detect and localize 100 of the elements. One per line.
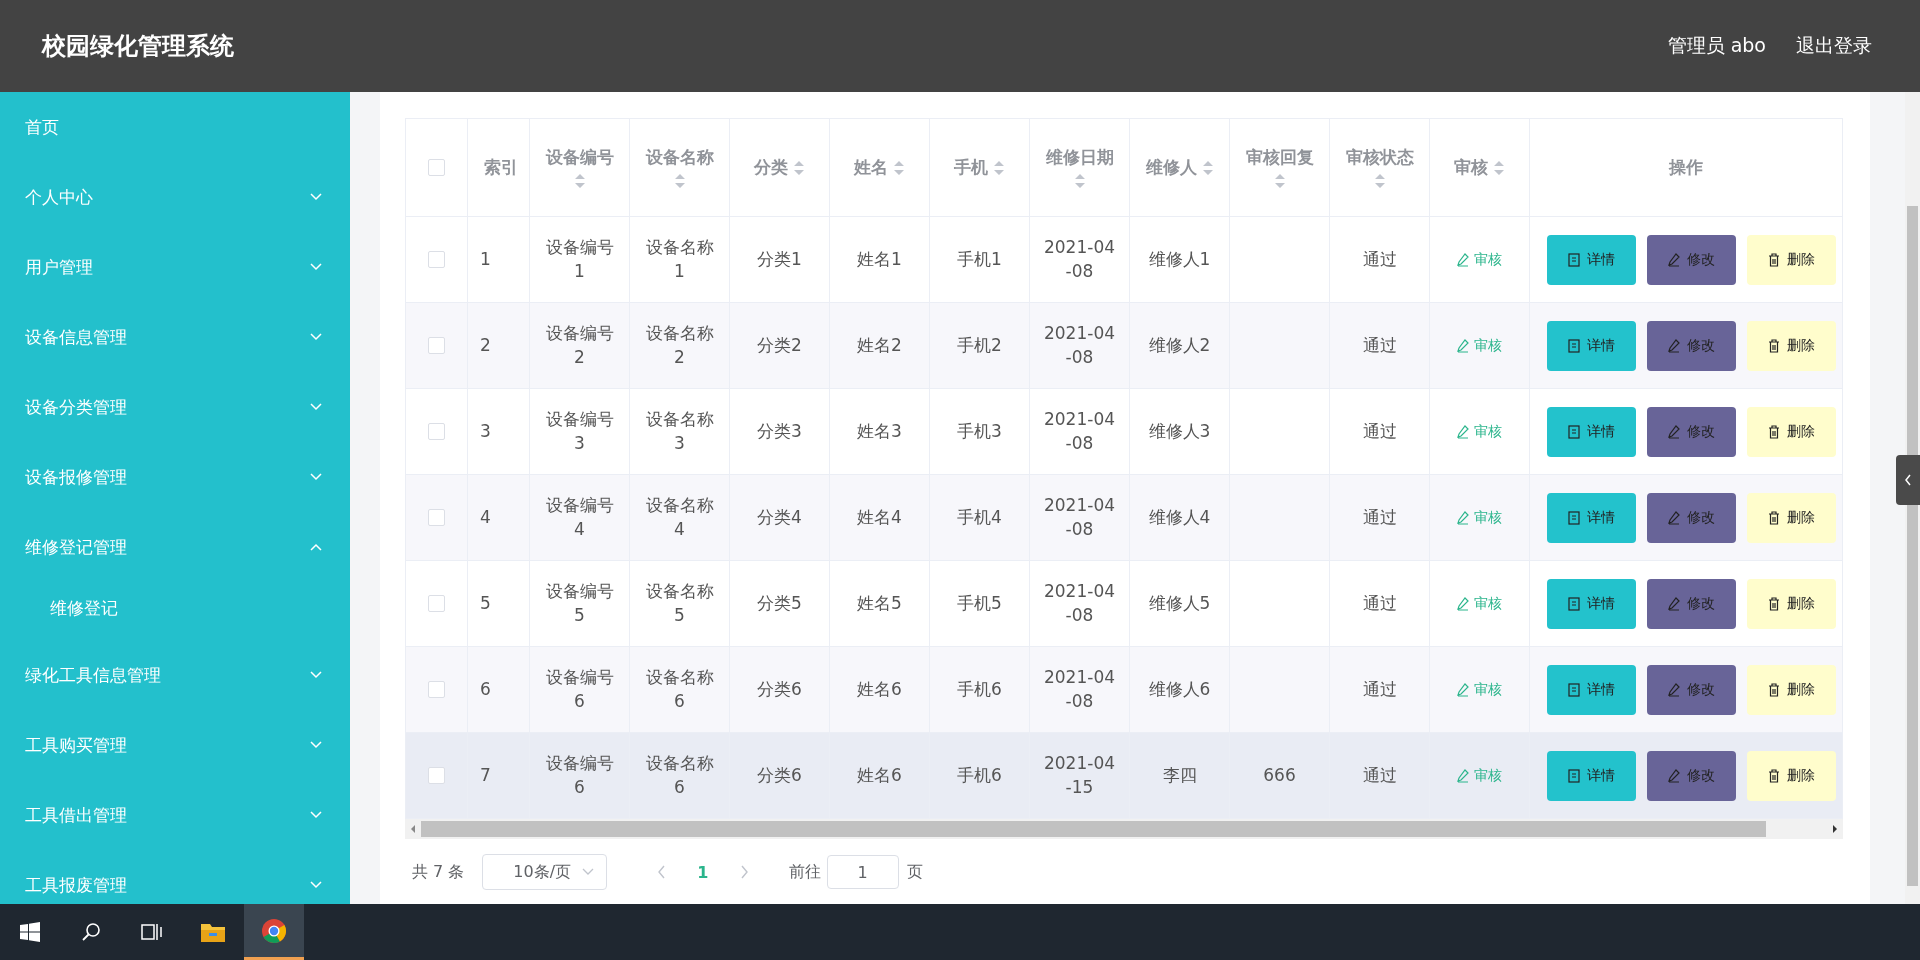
column-header[interactable]: 设备编号 bbox=[545, 146, 614, 169]
edit-button[interactable]: 修改 bbox=[1647, 664, 1736, 715]
delete-button[interactable]: 删除 bbox=[1747, 664, 1836, 715]
vertical-scrollbar[interactable] bbox=[1905, 92, 1920, 904]
sort-icon[interactable] bbox=[573, 173, 586, 189]
column-header[interactable]: 维修人 bbox=[1145, 156, 1197, 179]
sidebar-item[interactable]: 工具报废管理 bbox=[0, 850, 350, 904]
page-input[interactable]: 1 bbox=[826, 855, 899, 889]
review-link[interactable]: 审核 bbox=[1457, 422, 1502, 441]
edit-button[interactable]: 修改 bbox=[1647, 578, 1736, 629]
edit-button[interactable]: 修改 bbox=[1647, 492, 1736, 543]
sort-icon[interactable] bbox=[1073, 173, 1086, 189]
page-number[interactable]: 1 bbox=[697, 862, 709, 882]
scroll-left-icon[interactable] bbox=[409, 824, 417, 834]
browser-app-button[interactable] bbox=[244, 904, 304, 960]
table-cell-text: 分类6 bbox=[757, 677, 802, 701]
delete-button[interactable]: 删除 bbox=[1747, 320, 1836, 371]
trash-icon bbox=[1768, 252, 1780, 267]
table-cell-text: 手机6 bbox=[957, 763, 1002, 787]
sort-icon[interactable] bbox=[793, 159, 805, 176]
sidebar-item[interactable]: 工具购买管理 bbox=[0, 710, 350, 780]
row-checkbox[interactable] bbox=[428, 423, 445, 440]
sort-icon[interactable] bbox=[1273, 173, 1286, 189]
column-header[interactable]: 姓名 bbox=[854, 156, 888, 179]
details-button[interactable]: 详情 bbox=[1547, 234, 1636, 285]
side-panel-tab[interactable] bbox=[1896, 455, 1920, 505]
horizontal-scrollbar[interactable] bbox=[405, 819, 1843, 839]
chevron-down-icon bbox=[582, 868, 595, 876]
row-checkbox[interactable] bbox=[428, 767, 445, 784]
next-page-icon[interactable] bbox=[738, 865, 749, 879]
table-cell-text: 设备名称2 bbox=[644, 321, 715, 369]
delete-button[interactable]: 删除 bbox=[1747, 492, 1836, 543]
column-header[interactable]: 分类 bbox=[754, 156, 788, 179]
sidebar-item[interactable]: 设备报修管理 bbox=[0, 442, 350, 512]
column-header[interactable]: 审核回复 bbox=[1245, 146, 1314, 169]
pencil-icon bbox=[1668, 424, 1680, 439]
edit-button[interactable]: 修改 bbox=[1647, 320, 1736, 371]
review-link[interactable]: 审核 bbox=[1457, 594, 1502, 613]
chevron-left-icon bbox=[1904, 474, 1912, 486]
review-link[interactable]: 审核 bbox=[1457, 508, 1502, 527]
details-button[interactable]: 详情 bbox=[1547, 750, 1636, 801]
pencil-icon bbox=[1668, 510, 1680, 525]
column-header[interactable]: 审核 bbox=[1454, 156, 1488, 179]
column-header[interactable]: 手机 bbox=[954, 156, 988, 179]
details-button[interactable]: 详情 bbox=[1547, 320, 1636, 371]
row-checkbox[interactable] bbox=[428, 595, 445, 612]
details-button[interactable]: 详情 bbox=[1547, 492, 1636, 543]
sort-icon[interactable] bbox=[1201, 159, 1214, 176]
table-cell-text: 分类3 bbox=[757, 419, 802, 443]
row-checkbox[interactable] bbox=[428, 337, 445, 354]
table-cell-text: 姓名4 bbox=[857, 505, 902, 529]
sidebar-item[interactable]: 工具借出管理 bbox=[0, 780, 350, 850]
scroll-right-icon[interactable] bbox=[1831, 824, 1839, 834]
sidebar-item[interactable]: 首页 bbox=[0, 92, 350, 162]
review-link[interactable]: 审核 bbox=[1457, 680, 1502, 699]
row-checkbox[interactable] bbox=[428, 509, 445, 526]
pencil-icon bbox=[1668, 682, 1680, 697]
details-button[interactable]: 详情 bbox=[1547, 406, 1636, 457]
details-button[interactable]: 详情 bbox=[1547, 664, 1636, 715]
sort-icon[interactable] bbox=[893, 159, 905, 176]
review-link[interactable]: 审核 bbox=[1457, 766, 1502, 785]
table-cell-text: 通过 bbox=[1362, 333, 1397, 357]
delete-button[interactable]: 删除 bbox=[1747, 578, 1836, 629]
sidebar-item[interactable]: 绿化工具信息管理 bbox=[0, 640, 350, 710]
sidebar-item[interactable]: 用户管理 bbox=[0, 232, 350, 302]
delete-button[interactable]: 删除 bbox=[1747, 234, 1836, 285]
table-cell-text: 姓名5 bbox=[857, 591, 902, 615]
select-all-checkbox[interactable] bbox=[428, 159, 445, 176]
pencil-icon bbox=[1457, 424, 1469, 439]
table-cell-text: 3 bbox=[480, 419, 491, 443]
edit-button[interactable]: 修改 bbox=[1647, 406, 1736, 457]
delete-button[interactable]: 删除 bbox=[1747, 750, 1836, 801]
delete-button[interactable]: 删除 bbox=[1747, 406, 1836, 457]
total-count: 共 7 条 bbox=[412, 861, 465, 883]
column-header[interactable]: 索引 bbox=[483, 156, 518, 179]
column-header[interactable]: 维修日期 bbox=[1045, 146, 1114, 169]
row-checkbox[interactable] bbox=[428, 681, 445, 698]
table-cell-text: 设备名称1 bbox=[644, 235, 715, 283]
sort-icon[interactable] bbox=[1493, 159, 1505, 176]
row-checkbox[interactable] bbox=[428, 251, 445, 268]
column-header[interactable]: 审核状态 bbox=[1345, 146, 1414, 169]
trash-icon bbox=[1768, 510, 1780, 525]
logout-link[interactable]: 退出登录 bbox=[1796, 33, 1872, 59]
column-header[interactable]: 设备名称 bbox=[645, 146, 714, 169]
review-link[interactable]: 审核 bbox=[1457, 250, 1502, 269]
page-size-select[interactable]: 10条/页 bbox=[482, 854, 608, 890]
column-header[interactable]: 操作 bbox=[1669, 156, 1703, 179]
pencil-icon bbox=[1457, 252, 1469, 267]
edit-button[interactable]: 修改 bbox=[1647, 234, 1736, 285]
sidebar-item[interactable]: 设备信息管理 bbox=[0, 302, 350, 372]
review-link[interactable]: 审核 bbox=[1457, 336, 1502, 355]
sidebar-item[interactable]: 设备分类管理 bbox=[0, 372, 350, 442]
sort-icon[interactable] bbox=[993, 159, 1005, 176]
edit-button[interactable]: 修改 bbox=[1647, 750, 1736, 801]
details-button[interactable]: 详情 bbox=[1547, 578, 1636, 629]
sort-icon[interactable] bbox=[1373, 173, 1386, 189]
sidebar-item[interactable]: 个人中心 bbox=[0, 162, 350, 232]
pencil-icon bbox=[1457, 768, 1469, 783]
sort-icon[interactable] bbox=[673, 173, 686, 189]
table-cell-text: 通过 bbox=[1362, 591, 1397, 615]
